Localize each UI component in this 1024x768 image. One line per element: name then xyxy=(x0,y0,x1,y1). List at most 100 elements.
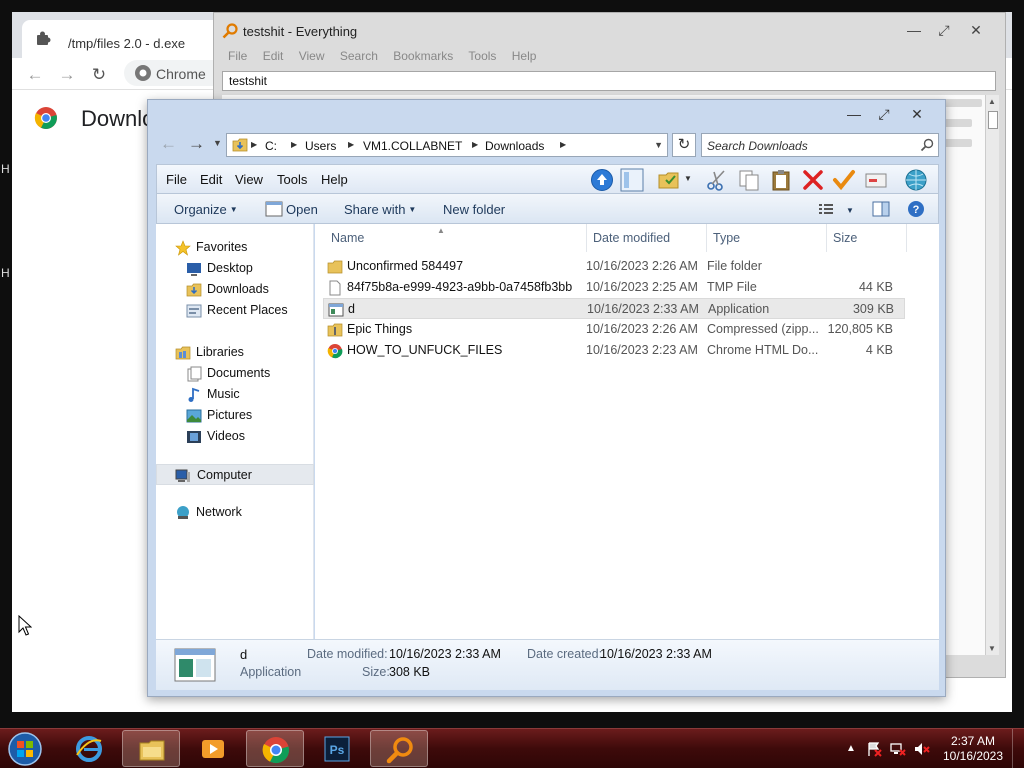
menu-tools[interactable]: Tools xyxy=(277,172,307,187)
file-row[interactable]: Unconfirmed 584497 10/16/2023 2:26 AM Fi… xyxy=(323,256,905,277)
maximize-button[interactable]: ⤢ xyxy=(872,105,896,123)
menu-bookmarks[interactable]: Bookmarks xyxy=(393,49,453,63)
nav-libraries[interactable]: Libraries xyxy=(156,342,314,363)
nav-pictures[interactable]: Pictures xyxy=(156,405,314,426)
open-button[interactable]: Open xyxy=(286,202,318,217)
breadcrumb-separator-icon[interactable]: ▶ xyxy=(472,140,478,149)
back-icon[interactable]: ← xyxy=(160,134,177,154)
breadcrumb-separator-icon[interactable]: ▶ xyxy=(291,140,297,149)
menu-view[interactable]: View xyxy=(235,172,263,187)
show-desktop-button[interactable] xyxy=(1012,729,1024,768)
breadcrumb-downloads[interactable]: Downloads xyxy=(485,139,544,153)
refresh-button[interactable]: ↻ xyxy=(672,133,696,157)
menu-edit[interactable]: Edit xyxy=(263,49,284,63)
nav-desktop[interactable]: Desktop xyxy=(156,258,314,279)
forward-icon[interactable]: → xyxy=(58,66,76,84)
minimize-button[interactable]: — xyxy=(842,105,866,123)
nav-computer[interactable]: Computer xyxy=(156,464,314,485)
share-with-button[interactable]: Share with ▼ xyxy=(344,202,416,217)
up-folder-icon[interactable] xyxy=(590,168,614,192)
file-list: ▲ Name Date modified Type Size Unconfirm… xyxy=(315,224,939,639)
back-icon[interactable]: ← xyxy=(26,66,44,84)
application-thumbnail-icon xyxy=(174,648,216,682)
menu-file[interactable]: File xyxy=(228,49,247,63)
search-icon[interactable] xyxy=(920,138,934,152)
delete-icon[interactable] xyxy=(801,168,825,192)
chevron-down-icon[interactable]: ▼ xyxy=(843,203,854,218)
close-button[interactable]: ✕ xyxy=(905,105,929,123)
menu-help[interactable]: Help xyxy=(321,172,348,187)
forward-icon[interactable]: → xyxy=(188,134,205,154)
column-date-modified[interactable]: Date modified xyxy=(587,224,707,252)
taskbar-clock[interactable]: 2:37 AM 10/16/2023 xyxy=(942,734,1004,764)
help-icon[interactable]: ? xyxy=(907,200,925,218)
file-row[interactable]: HOW_TO_UNFUCK_FILES 10/16/2023 2:23 AM C… xyxy=(323,340,905,361)
preview-pane-icon[interactable] xyxy=(872,200,890,218)
copy-icon[interactable] xyxy=(737,168,761,192)
scroll-up-icon[interactable]: ▲ xyxy=(988,97,996,106)
address-dropdown-icon[interactable]: ▼ xyxy=(654,140,663,150)
views-dropdown-icon[interactable]: ▼ xyxy=(684,174,692,183)
column-size[interactable]: Size xyxy=(827,224,907,252)
breadcrumb-separator-icon[interactable]: ▶ xyxy=(560,140,566,149)
action-center-flag-icon[interactable] xyxy=(866,741,882,757)
close-button[interactable]: ✕ xyxy=(966,21,986,39)
map-drive-icon[interactable] xyxy=(864,168,888,192)
menu-view[interactable]: View xyxy=(299,49,325,63)
volume-muted-icon[interactable] xyxy=(914,741,930,757)
folder-options-icon[interactable] xyxy=(657,168,681,192)
scroll-down-icon[interactable]: ▼ xyxy=(988,644,996,653)
everything-search-input[interactable]: testshit xyxy=(222,71,996,91)
show-hidden-icons-icon[interactable]: ▲ xyxy=(846,741,862,757)
paste-icon[interactable] xyxy=(769,168,793,192)
column-type[interactable]: Type xyxy=(707,224,827,252)
nav-music[interactable]: Music xyxy=(156,384,314,405)
start-button-icon[interactable] xyxy=(4,731,46,767)
breadcrumb-c-drive[interactable]: C: xyxy=(265,139,277,153)
file-row[interactable]: Epic Things 10/16/2023 2:26 AM Compresse… xyxy=(323,319,905,340)
taskbar-media-player[interactable] xyxy=(184,730,242,767)
menu-edit[interactable]: Edit xyxy=(200,172,222,187)
taskbar-chrome[interactable] xyxy=(246,730,304,767)
organize-button[interactable]: Organize ▼ xyxy=(174,202,238,217)
network-tray-icon[interactable] xyxy=(890,741,906,757)
details-name: d xyxy=(240,647,248,662)
reload-icon[interactable]: ↻ xyxy=(90,66,108,84)
nav-favorites[interactable]: Favorites xyxy=(156,237,314,258)
nav-documents[interactable]: Documents xyxy=(156,363,314,384)
breadcrumb-separator-icon[interactable]: ▶ xyxy=(348,140,354,149)
breadcrumb-users[interactable]: Users xyxy=(305,139,336,153)
details-size: 308 KB xyxy=(389,665,431,679)
nav-downloads[interactable]: Downloads xyxy=(156,279,314,300)
minimize-button[interactable]: — xyxy=(904,21,924,39)
breadcrumb-separator-icon[interactable]: ▶ xyxy=(251,140,257,149)
nav-videos[interactable]: Videos xyxy=(156,426,314,447)
menu-tools[interactable]: Tools xyxy=(468,49,496,63)
scroll-thumb[interactable] xyxy=(988,111,998,129)
maximize-button[interactable]: ⤢ xyxy=(934,21,954,39)
search-downloads-input[interactable]: Search Downloads xyxy=(701,133,939,157)
everything-scrollbar[interactable]: ▲ ▼ xyxy=(985,95,999,655)
taskbar-everything[interactable] xyxy=(370,730,428,767)
nav-network-row[interactable]: Network xyxy=(156,505,314,627)
nav-recent-places[interactable]: Recent Places xyxy=(156,300,314,321)
change-view-icon[interactable] xyxy=(817,200,835,218)
recent-locations-icon[interactable]: ▼ xyxy=(213,138,222,148)
taskbar-explorer[interactable] xyxy=(122,730,180,767)
properties-check-icon[interactable] xyxy=(832,168,856,192)
cut-icon[interactable] xyxy=(705,168,729,192)
menu-search[interactable]: Search xyxy=(340,49,378,63)
file-row[interactable]: 84f75b8a-e999-4923-a9bb-0a7458fb3bbf....… xyxy=(323,277,905,298)
taskbar-photoshop[interactable]: Ps xyxy=(308,730,366,767)
menu-file[interactable]: File xyxy=(166,172,187,187)
breadcrumb-vm1-collabnet[interactable]: VM1.COLLABNET xyxy=(363,139,462,153)
chrome-tab[interactable]: /tmp/files 2.0 - d.exe xyxy=(22,20,222,58)
network-globe-icon[interactable] xyxy=(904,168,928,192)
column-name[interactable]: Name xyxy=(325,224,587,252)
taskbar-internet-explorer[interactable] xyxy=(60,730,118,767)
folders-pane-icon[interactable] xyxy=(620,168,644,192)
menu-help[interactable]: Help xyxy=(512,49,537,63)
file-row-selected[interactable]: d 10/16/2023 2:33 AM Application 309 KB xyxy=(323,298,905,319)
address-bar[interactable]: ▶ C: ▶ Users ▶ VM1.COLLABNET ▶ Downloads… xyxy=(226,133,668,157)
new-folder-button[interactable]: New folder xyxy=(443,202,505,217)
